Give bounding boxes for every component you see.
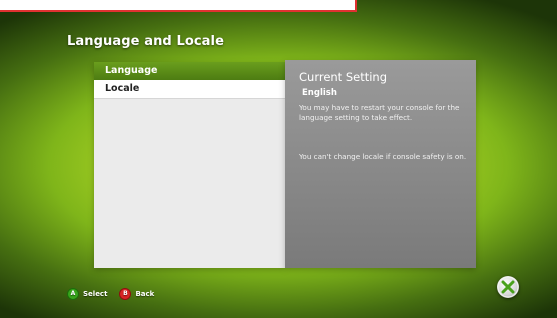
a-button-icon: A	[67, 288, 79, 300]
page-title: Language and Locale	[67, 34, 225, 49]
select-control[interactable]: A Select	[67, 288, 107, 300]
safety-note: You can't change locale if console safet…	[299, 152, 467, 161]
back-label: Back	[135, 290, 155, 298]
restart-note: You may have to restart your console for…	[299, 103, 460, 122]
settings-menu: Language Locale	[94, 62, 285, 268]
top-red-banner	[0, 0, 357, 12]
current-setting-panel: Current Setting English You may have to …	[285, 60, 476, 268]
menu-item-language[interactable]: Language	[94, 62, 285, 80]
back-control[interactable]: B Back	[119, 288, 154, 300]
footer-controls: A Select B Back	[67, 288, 160, 300]
select-label: Select	[83, 290, 108, 298]
xbox-logo-mark	[497, 276, 519, 298]
current-language-value: English	[302, 88, 337, 98]
panel-heading: Current Setting	[299, 70, 388, 84]
menu-item-locale[interactable]: Locale	[94, 80, 285, 99]
b-button-icon: B	[119, 288, 132, 300]
xbox-logo-icon	[497, 276, 519, 298]
